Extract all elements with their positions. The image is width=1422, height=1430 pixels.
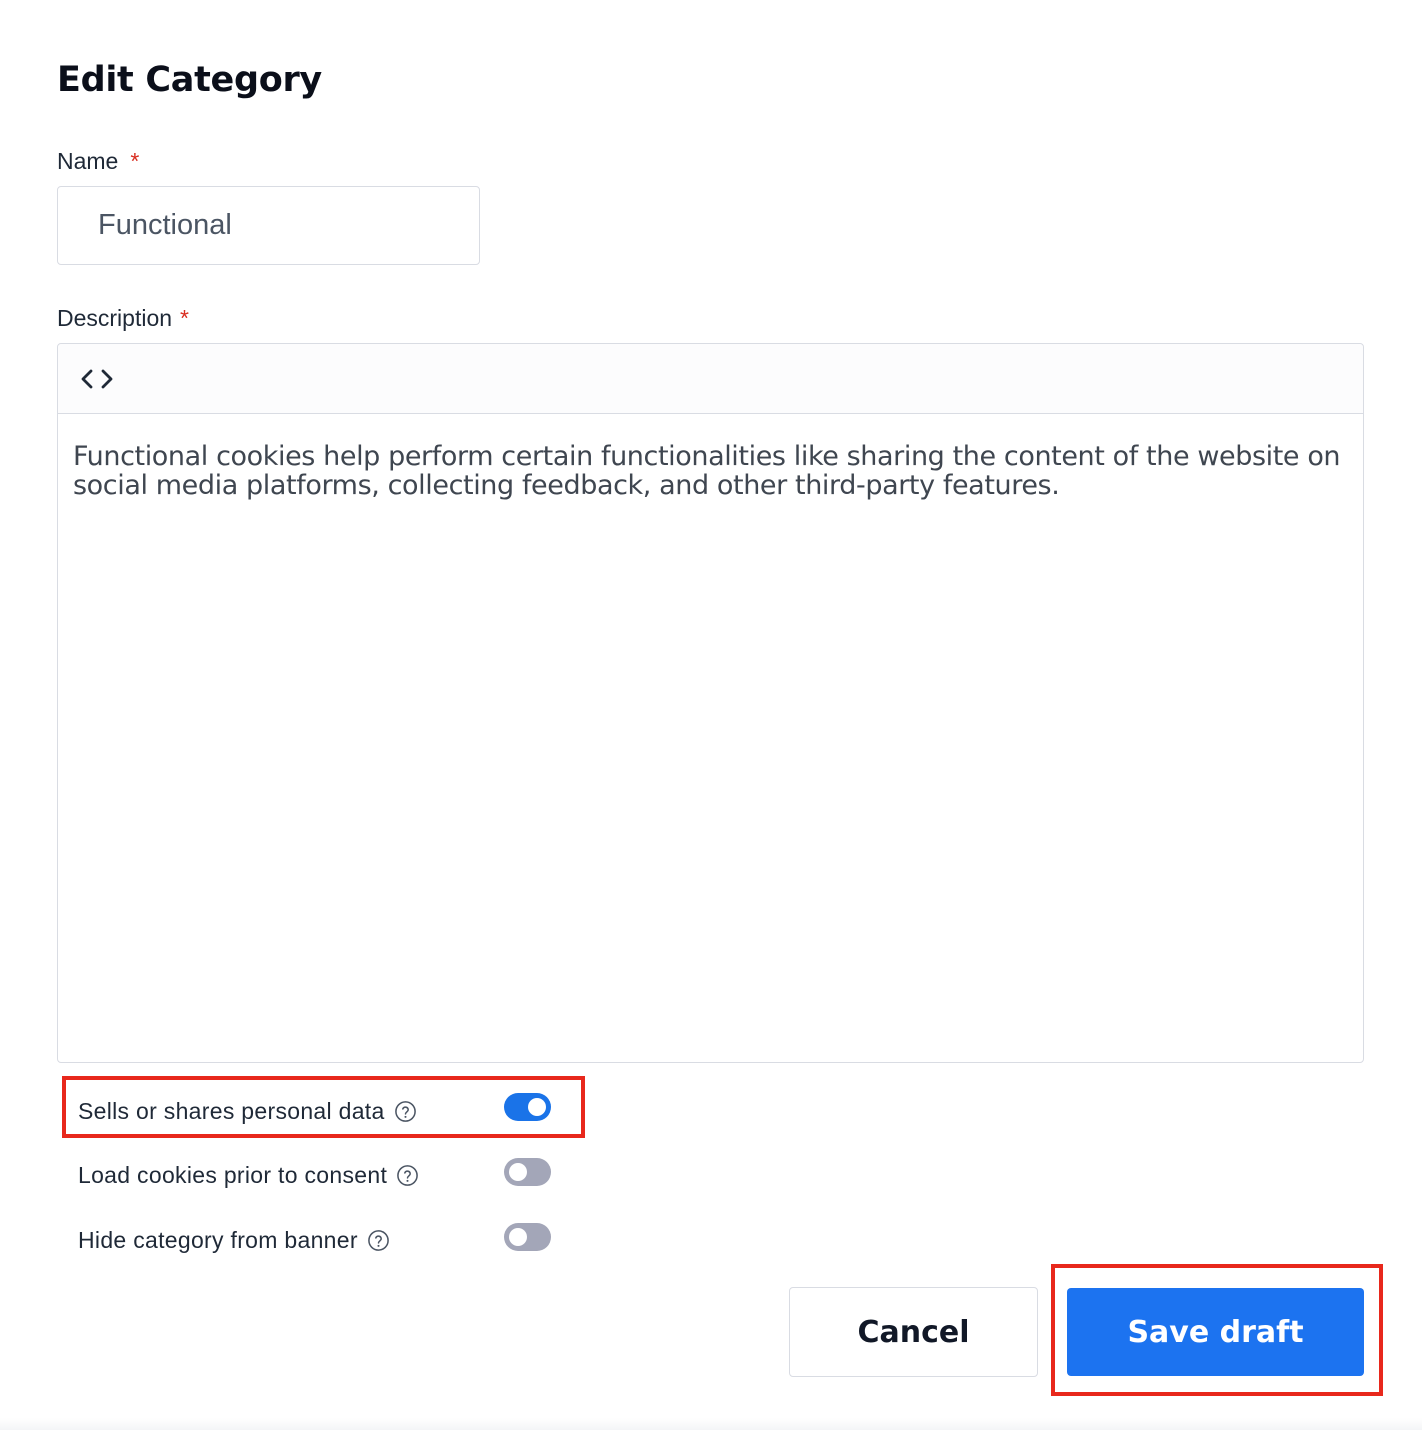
description-text[interactable]: Functional cookies help perform certain … xyxy=(58,414,1363,528)
cancel-button[interactable]: Cancel xyxy=(789,1287,1038,1377)
toggle-knob xyxy=(509,1228,527,1246)
required-mark: * xyxy=(180,305,189,331)
toggle-row-hide-category: Hide category from banner xyxy=(78,1220,390,1260)
save-draft-button[interactable]: Save draft xyxy=(1067,1288,1364,1376)
description-editor[interactable]: Functional cookies help perform certain … xyxy=(57,343,1364,1063)
modal-bottom-edge xyxy=(0,1418,1422,1430)
modal-title: Edit Category xyxy=(57,60,322,100)
code-view-icon[interactable] xyxy=(80,366,114,392)
editor-toolbar xyxy=(58,344,1363,414)
load-cookies-toggle[interactable] xyxy=(504,1158,551,1186)
hide-category-toggle[interactable] xyxy=(504,1223,551,1251)
name-label: Name * xyxy=(57,148,139,175)
required-mark: * xyxy=(130,148,140,174)
toggle-label: Hide category from banner xyxy=(78,1226,358,1253)
name-label-text: Name xyxy=(57,148,119,174)
help-circle-icon[interactable] xyxy=(367,1229,390,1252)
description-label: Description * xyxy=(57,305,189,332)
name-field[interactable] xyxy=(57,186,480,265)
toggle-knob xyxy=(509,1163,527,1181)
description-label-text: Description xyxy=(57,305,173,331)
toggle-row-load-cookies: Load cookies prior to consent xyxy=(78,1155,419,1195)
name-input[interactable] xyxy=(58,187,479,264)
toggle-label: Load cookies prior to consent xyxy=(78,1161,388,1188)
highlight-box-toggle xyxy=(62,1076,585,1138)
help-circle-icon[interactable] xyxy=(396,1164,419,1187)
